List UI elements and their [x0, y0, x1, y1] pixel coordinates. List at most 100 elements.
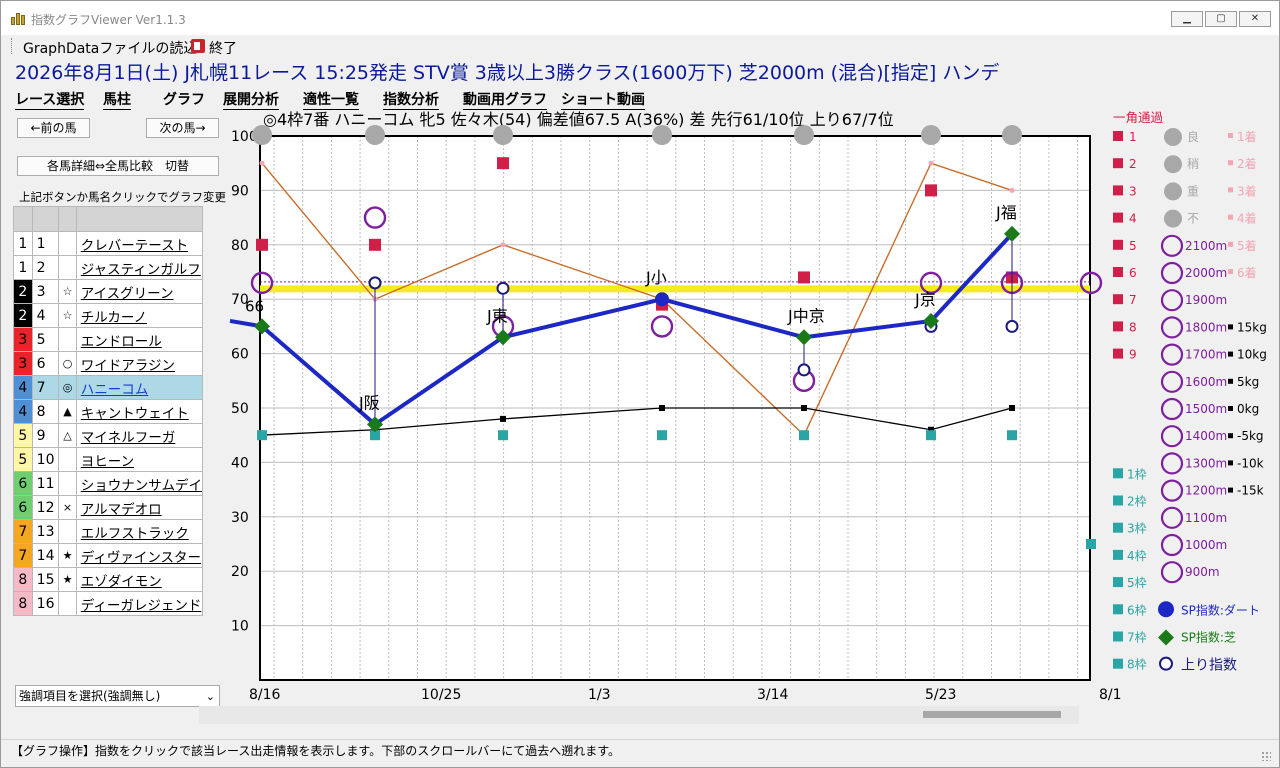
legend-distance-circle: [1160, 561, 1184, 584]
horse-name-link[interactable]: ディヴァインスター: [75, 543, 204, 568]
horse-name-link[interactable]: クレバーテースト: [75, 231, 204, 256]
horse-number: 10: [31, 447, 60, 472]
tab-race-select[interactable]: レース選択: [15, 89, 85, 110]
waku-cell: 7: [13, 543, 33, 568]
tab-bachu[interactable]: 馬柱: [103, 89, 131, 110]
horse-row[interactable]: 7 13 エルフストラック: [13, 519, 204, 544]
legend-weight-label: 15kg: [1237, 320, 1267, 334]
waku-cell: 6: [13, 495, 33, 520]
legend-weight-marker: [1228, 324, 1233, 330]
position-point: [928, 160, 934, 166]
horse-row[interactable]: 1 1 クレバーテースト: [13, 231, 204, 256]
menu-load-graphdata[interactable]: GraphDataファイルの読込: [23, 38, 197, 58]
legend-distance-label: 900m: [1185, 565, 1220, 579]
emphasis-select[interactable]: 強調項目を選択(強調無し) ⌄: [15, 685, 220, 707]
horse-row[interactable]: 1 2 ジャスティンガルフ: [13, 255, 204, 280]
legend-gate-marker: [1113, 495, 1123, 506]
tab-short-video[interactable]: ショート動画: [561, 89, 645, 110]
legend-sp-dirt-label: SP指数:ダート: [1181, 602, 1260, 617]
legend-finish-marker: [1113, 158, 1123, 169]
legend-distance-circle: [1160, 316, 1184, 339]
minimize-button[interactable]: ▁: [1171, 11, 1203, 27]
resize-grip[interactable]: [1261, 751, 1271, 761]
history-scrollbar[interactable]: [199, 706, 1079, 724]
legend-weight-label: -5kg: [1237, 429, 1264, 443]
tab-graph[interactable]: グラフ: [163, 89, 205, 109]
waku-cell: 5: [13, 423, 33, 448]
horse-name-link[interactable]: エルフストラック: [75, 519, 204, 544]
app-window: 指数グラフViewer Ver1.1.3 ▁ ▢ ✕ GraphDataファイル…: [0, 0, 1280, 768]
horse-row[interactable]: 4 8 ▲ キャントウェイト: [13, 399, 204, 424]
legend-gate-marker: [1113, 468, 1123, 479]
legend-weight-label: -15k: [1237, 484, 1264, 498]
x-tick-label: 5/23: [925, 687, 956, 703]
tab-video-graph[interactable]: 動画用グラフ: [463, 89, 547, 110]
legend-condition-marker: [1164, 128, 1182, 146]
weight-point: [801, 405, 807, 411]
legend-weight-label: 10kg: [1237, 348, 1267, 362]
next-horse-button[interactable]: 次の馬→: [146, 118, 219, 138]
horse-name-link[interactable]: ジャスティンガルフ: [75, 255, 204, 280]
horse-row[interactable]: 6 12 × アルマデオロ: [13, 495, 204, 520]
horse-row[interactable]: 8 15 ★ エゾダイモン: [13, 567, 204, 592]
legend-finish-marker: [1113, 321, 1123, 332]
horse-name-link[interactable]: マイネルフーガ: [75, 423, 204, 448]
legend-gate-marker: [1113, 658, 1123, 669]
waku-cell: 3: [13, 327, 33, 352]
horse-table: 1 1 クレバーテースト 1 2 ジャスティンガルフ 2 3 ☆ アイスグリーン 2 4 ☆ チルカーノ 3…: [13, 206, 204, 616]
chevron-down-icon: ⌄: [205, 690, 215, 703]
horse-row[interactable]: 6 11 ショウナンサムデイ: [13, 471, 204, 496]
horse-row[interactable]: 5 9 △ マイネルフーガ: [13, 423, 204, 448]
today-gate-marker: [1086, 539, 1096, 549]
x-tick-label: 1/3: [588, 687, 611, 703]
tab-shisu[interactable]: 指数分析: [383, 89, 439, 110]
waku-cell: 1: [13, 231, 33, 256]
horse-name-link[interactable]: ワイドアラジン: [75, 351, 204, 376]
horse-row[interactable]: 7 14 ★ ディヴァインスター: [13, 543, 204, 568]
close-button[interactable]: ✕: [1239, 11, 1271, 27]
horse-name-link[interactable]: キャントウェイト: [75, 399, 204, 424]
horse-row[interactable]: 2 3 ☆ アイスグリーン: [13, 279, 204, 304]
horse-name-link[interactable]: エンドロール: [75, 327, 204, 352]
menu-exit[interactable]: 終了: [209, 38, 237, 58]
horse-row[interactable]: 3 5 エンドロール: [13, 327, 204, 352]
venue-label: J小: [645, 268, 667, 287]
y-tick-label: 40: [231, 455, 249, 471]
menu-grip: [11, 38, 14, 54]
horse-number: 7: [31, 375, 60, 400]
horse-name-link[interactable]: アイスグリーン: [75, 279, 204, 304]
y-tick-label: 50: [231, 401, 249, 417]
horse-name-link[interactable]: アルマデオロ: [75, 495, 204, 520]
horse-name-link[interactable]: チルカーノ: [75, 303, 204, 328]
legend-condition-label: 稍: [1187, 157, 1199, 171]
legend-gate-label: 6枠: [1127, 603, 1147, 617]
horse-name-link[interactable]: ショウナンサムデイ: [75, 471, 204, 496]
prev-horse-button[interactable]: ←前の馬: [17, 118, 90, 138]
tab-tenkai[interactable]: 展開分析: [223, 89, 279, 110]
horse-name-link[interactable]: ヨヒーン: [75, 447, 204, 472]
index-graph[interactable]: 1020304050607080901008/16 10/25 1/3 3/14 5/2…: [225, 109, 1280, 719]
legend-distance-label: 1400m: [1185, 429, 1227, 443]
horse-row[interactable]: 2 4 ☆ チルカーノ: [13, 303, 204, 328]
toggle-detail-compare-button[interactable]: 各馬詳細⇔全馬比較 切替: [17, 156, 219, 176]
scrollbar-thumb[interactable]: [923, 711, 1061, 718]
legend-finish-label: 2: [1129, 157, 1137, 171]
horse-row[interactable]: 5 10 ヨヒーン: [13, 447, 204, 472]
horse-row[interactable]: 3 6 ○ ワイドアラジン: [13, 351, 204, 376]
horse-row[interactable]: 4 7 ◎ ハニーコム: [13, 375, 204, 400]
legend-small-label: 5着: [1237, 238, 1257, 253]
horse-name-link[interactable]: ハニーコム: [75, 375, 204, 400]
legend-distance-circle: [1160, 370, 1184, 393]
horse-row[interactable]: 8 16 ディーガレジェンド: [13, 591, 204, 616]
maximize-button[interactable]: ▢: [1205, 11, 1237, 27]
legend-distance-label: 1600m: [1185, 375, 1227, 389]
horse-name-link[interactable]: エゾダイモン: [75, 567, 204, 592]
exit-icon[interactable]: [191, 39, 205, 53]
x-tick-label: 8/16: [249, 687, 281, 703]
horse-number: 13: [31, 519, 60, 544]
venue-label: J阪: [358, 393, 380, 412]
legend-distance-circle: [1160, 506, 1184, 529]
tab-tekisei[interactable]: 適性一覧: [303, 89, 359, 110]
gate-marker: [1007, 430, 1017, 441]
horse-name-link[interactable]: ディーガレジェンド: [75, 591, 204, 616]
